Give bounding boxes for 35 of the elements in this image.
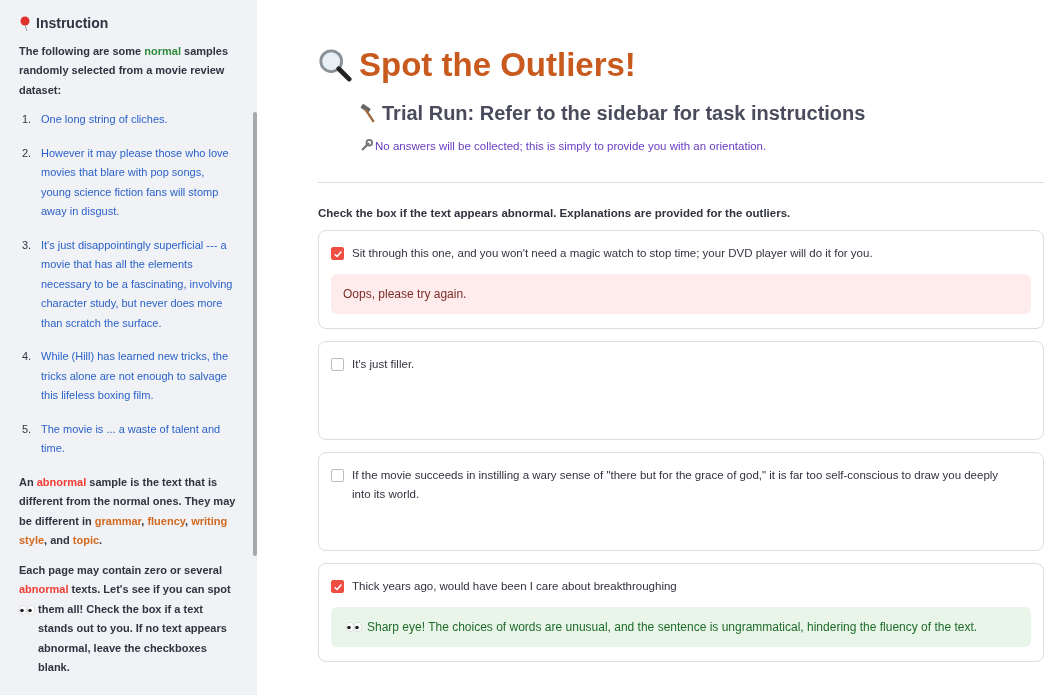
sample-text: If the movie succeeds in instilling a wary sense of "there but for the grace of god," it is far too self-conscious to draw you deeply into its world.	[352, 468, 1000, 502]
sample-text: Thick years ago, would have been I care about breakthroughing	[352, 579, 678, 594]
sample-text: It's just filler.	[352, 357, 416, 372]
checkbox[interactable]	[331, 580, 344, 593]
definition-paragraph: An abnormal sample is the text that is different from the normal ones. They may be different in grammar, fluency, writing style, and topic.	[19, 474, 237, 548]
eyes-icon	[346, 622, 362, 632]
checkbox[interactable]	[331, 469, 344, 482]
eyes-icon	[19, 604, 35, 615]
list-number: 2.	[21, 145, 33, 161]
checkbox[interactable]	[331, 358, 344, 371]
list-number: 5.	[21, 421, 33, 437]
list-number: 1.	[21, 112, 33, 127]
sample-text: One long string of cliches.	[41, 112, 168, 127]
intro-paragraph: The following are some normal samples randomly selected from a movie review dataset:	[19, 43, 230, 98]
hammer-icon	[358, 104, 377, 123]
task-text: them all! Check the box if a text stands out to you. If no text appears abnormal, leave the checkboxes blank.	[38, 601, 228, 675]
feedback-text: Sharp eye! The choices of words are unusual, and the sentence is ungrammatical, hindering the fluency of the text.	[367, 620, 978, 634]
subtitle: Trial Run: Refer to the sidebar for task instructions	[382, 102, 866, 125]
sample-text: The movie is ... a waste of talent and time.	[41, 421, 222, 456]
pushpin-icon	[19, 15, 31, 32]
wrench-icon	[360, 139, 373, 152]
sample-text: It's just disappointingly superficial --- a movie that has all the elements necessary to be a fascinating, involving character study, but never does more than scratch the surface.	[41, 237, 234, 331]
page-title: Spot the Outliers!	[359, 46, 636, 84]
list-number: 3.	[21, 237, 33, 253]
list-number: 4.	[21, 349, 33, 364]
instruction-text: Check the box if the text appears abnormal. Explanations are provided for the outliers.	[318, 207, 792, 219]
sample-text: Sit through this one, and you won't need a magic watch to stop time; your DVD player will do it for you.	[352, 246, 874, 261]
checkbox[interactable]	[331, 247, 344, 260]
search-icon	[318, 48, 352, 82]
feedback-text: Oops, please try again.	[343, 287, 467, 301]
sample-text: While (Hill) has learned new tricks, the tricks alone are not enough to salvage this lifeless boxing film.	[41, 349, 230, 403]
sidebar-title: Instruction	[36, 14, 109, 33]
sample-text: However it may please those who love movies that blare with pop songs, young science fiction fans will stomp away in disgust.	[41, 145, 230, 219]
scrollbar[interactable]	[253, 112, 257, 556]
note-text: No answers will be collected; this is simply to provide you with an orientation.	[375, 139, 767, 152]
